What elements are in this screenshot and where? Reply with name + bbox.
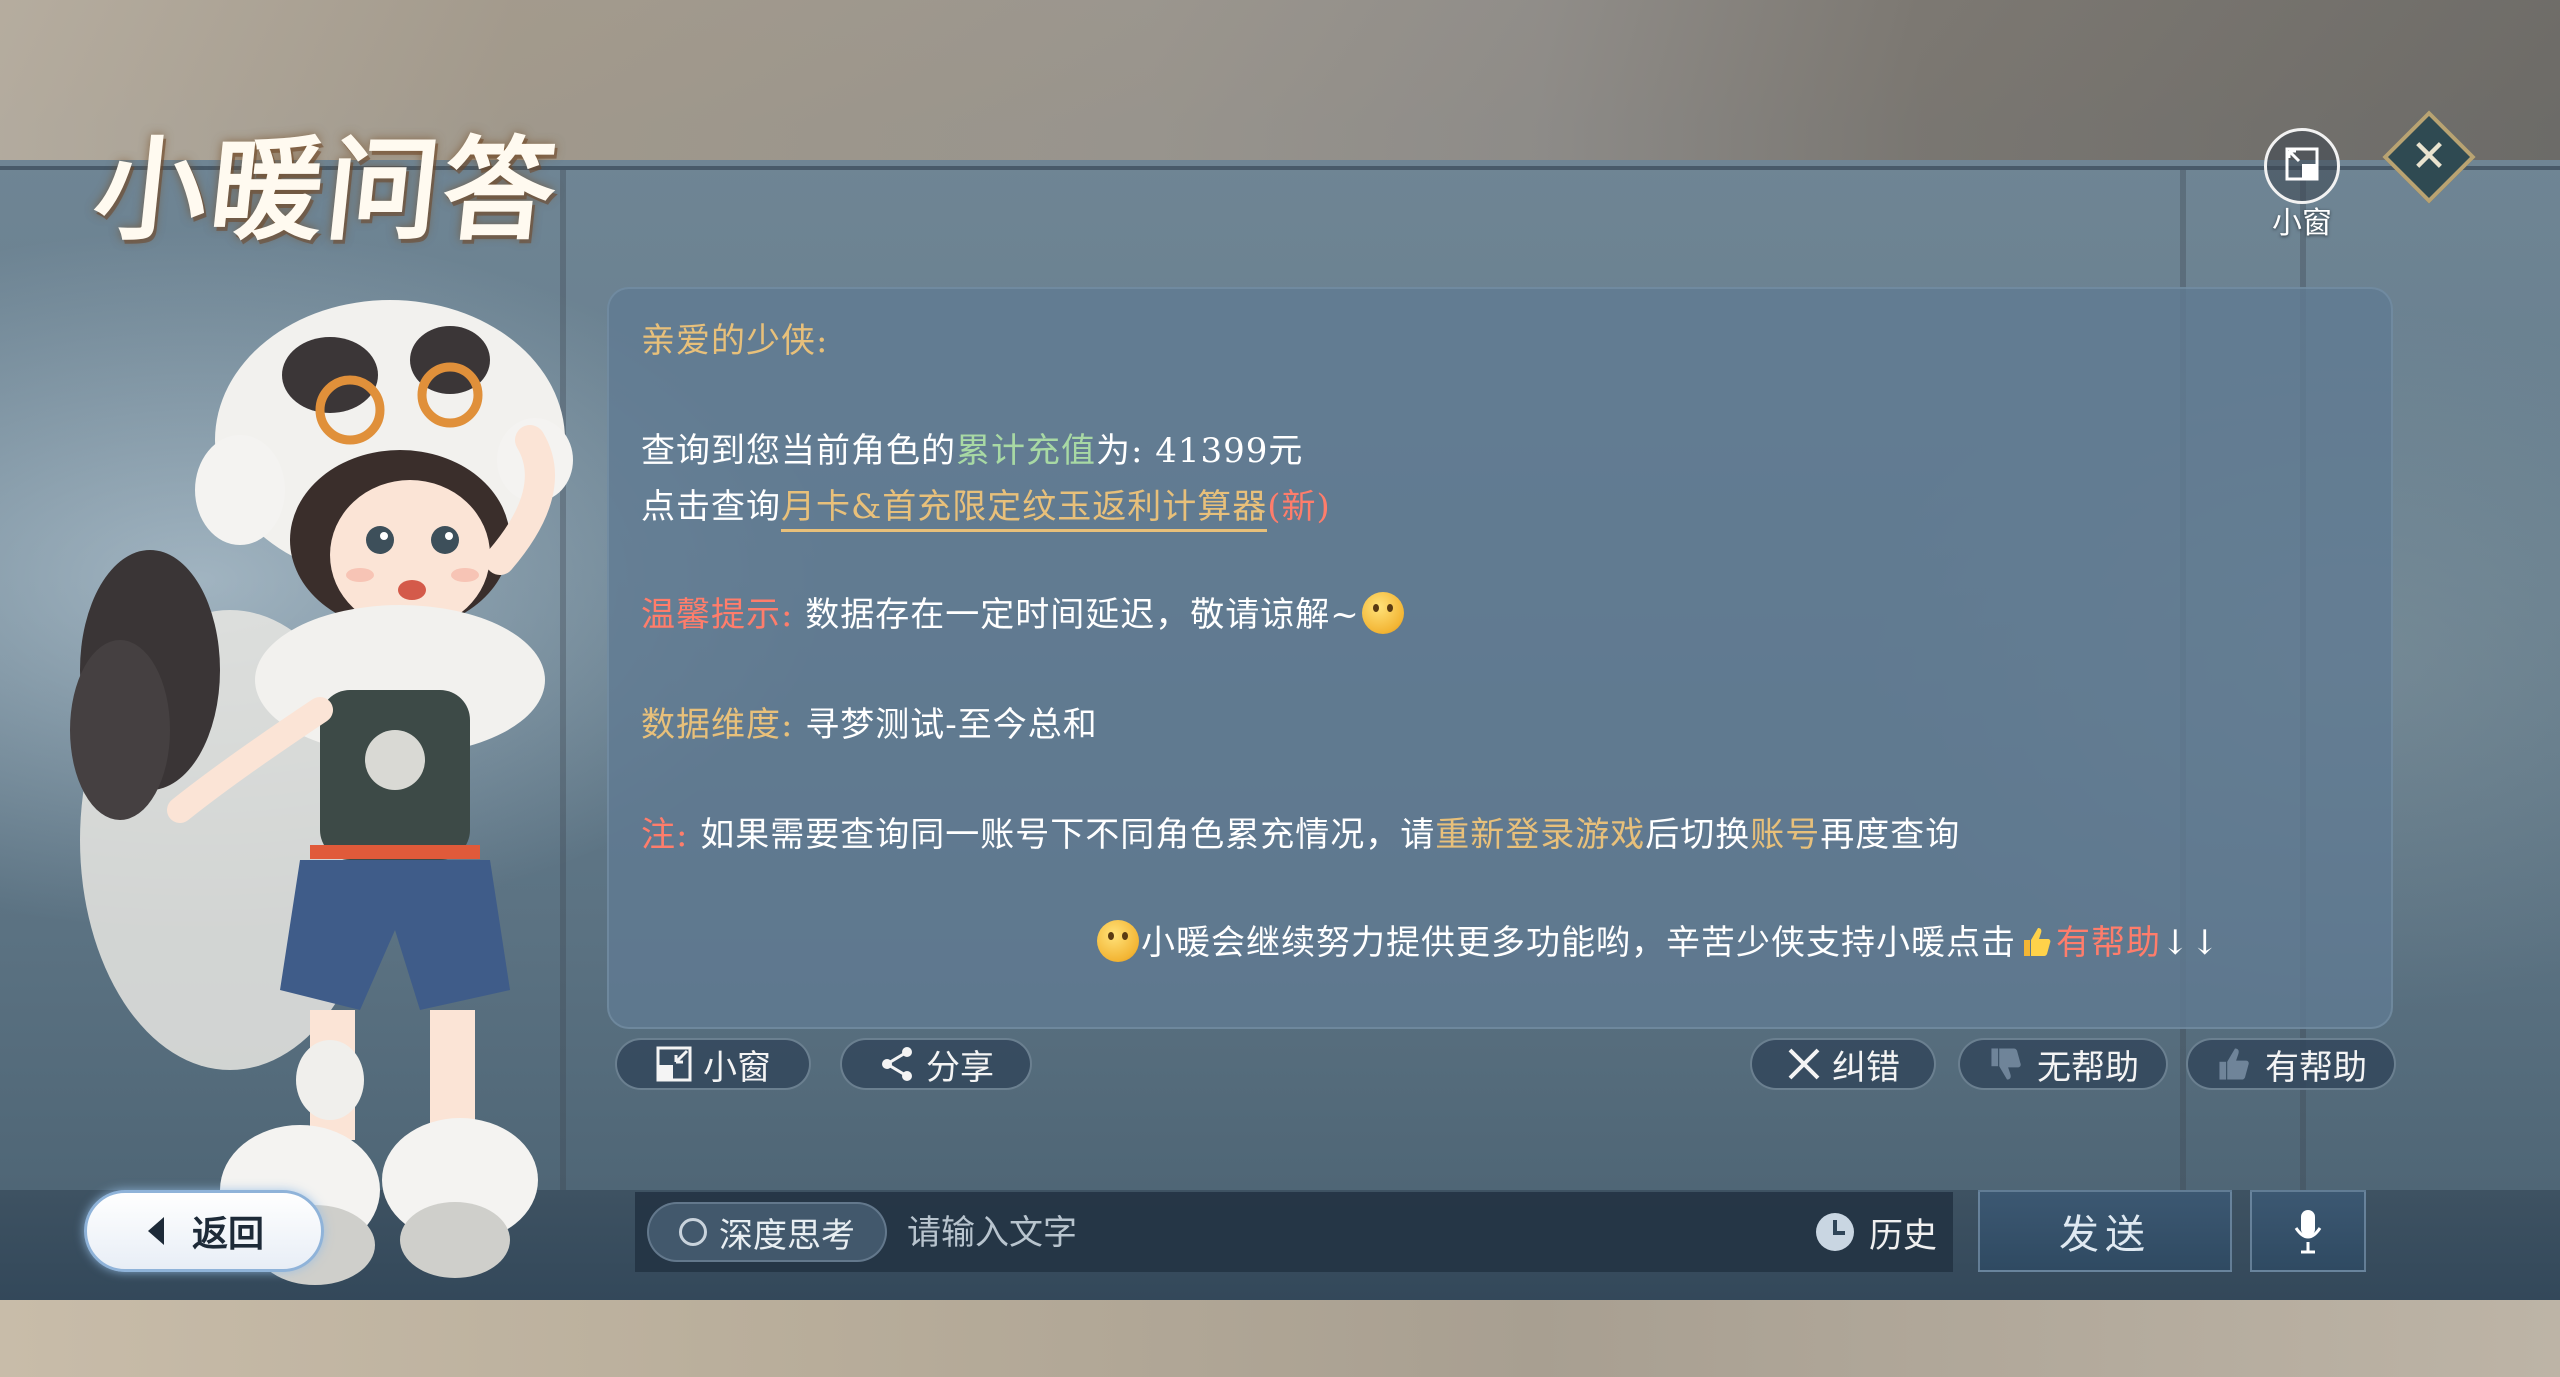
answer-panel: 亲爱的少侠: 查询到您当前角色的累计充值为: 41399元 点击查询月卡&首充限… — [607, 287, 2393, 1029]
link-prefix: 点击查询 — [641, 487, 781, 527]
note-relogin: 重新登录游戏 — [1435, 815, 1646, 855]
mini-window-icon — [2264, 128, 2340, 204]
calculator-line: 点击查询月卡&首充限定纹玉返利计算器(新) — [641, 479, 1331, 532]
history-button[interactable]: 历史 — [1813, 1202, 1937, 1262]
close-icon — [1788, 1048, 1820, 1080]
back-button[interactable]: 返回 — [84, 1190, 324, 1272]
clock-icon — [1816, 1213, 1854, 1251]
radio-icon — [679, 1218, 707, 1246]
thumbs-up-emoji-icon — [2024, 928, 2051, 956]
background-bottom — [0, 1300, 2560, 1377]
question-input[interactable] — [905, 1202, 1409, 1264]
mini-window-icon — [656, 1046, 692, 1082]
mini-window-label: 小窗 — [703, 1047, 771, 1088]
voice-input-button[interactable] — [2250, 1190, 2366, 1272]
microphone-icon — [2294, 1210, 2322, 1254]
mini-window-toggle[interactable]: 小窗 — [2262, 128, 2342, 241]
app-screen: 小暖问答 小窗 ✕ 亲爱的少侠: 查询到您当前角色的累计充值为: 41399元 … — [0, 0, 2560, 1377]
thumbs-up-icon — [2219, 1048, 2249, 1080]
back-label: 返回 — [191, 1213, 264, 1255]
thumbs-down-icon — [1991, 1048, 2021, 1080]
dimension-line: 数据维度: 寻梦测试-至今总和 — [641, 697, 1098, 746]
note-account: 账号 — [1750, 815, 1821, 855]
kiss-emoji-icon — [1097, 920, 1139, 962]
helpful-label: 有帮助 — [2265, 1047, 2367, 1088]
greeting: 亲爱的少侠: — [641, 321, 829, 361]
share-button[interactable]: 分享 — [840, 1038, 1032, 1090]
note-line: 注: 如果需要查询同一账号下不同角色累充情况，请重新登录游戏后切换账号再度查询 — [641, 807, 1960, 856]
page-title: 小暖问答 — [88, 125, 566, 256]
rebate-calculator-link[interactable]: 月卡&首充限定纹玉返利计算器 — [781, 487, 1268, 532]
mini-window-label: 小窗 — [2272, 206, 2332, 241]
share-icon — [882, 1047, 912, 1081]
dimension-label: 数据维度: — [641, 705, 794, 745]
history-label: 历史 — [1869, 1215, 1937, 1256]
deep-think-label: 深度思考 — [719, 1215, 855, 1256]
close-icon: ✕ — [2410, 131, 2448, 182]
correct-error-button[interactable]: 纠错 — [1750, 1038, 1936, 1090]
footer-arrows: ↓↓ — [2161, 923, 2220, 963]
new-badge: (新) — [1267, 487, 1331, 527]
footer-text: 小暖会继续努力提供更多功能哟，辛苦少侠支持小暖点击 — [1141, 923, 2016, 963]
dimension-value: 寻梦测试-至今总和 — [793, 705, 1098, 745]
send-button[interactable]: 发送 — [1978, 1190, 2232, 1272]
not-helpful-label: 无帮助 — [2037, 1047, 2139, 1088]
tip-label: 温馨提示: — [641, 595, 794, 635]
mascot-illustration — [70, 300, 573, 1285]
back-arrow-icon — [147, 1217, 164, 1245]
note-text-3: 再度查询 — [1820, 815, 1961, 855]
deep-think-toggle[interactable]: 深度思考 — [647, 1202, 887, 1262]
tip-line: 温馨提示: 数据存在一定时间延迟，敬请谅解~ — [641, 587, 1406, 636]
footer-line: 小暖会继续努力提供更多功能哟，辛苦少侠支持小暖点击 有帮助↓↓ — [1095, 915, 2220, 964]
footer-helpful: 有帮助 — [2056, 923, 2161, 963]
mini-window-button[interactable]: 小窗 — [615, 1038, 811, 1090]
send-label: 发送 — [2059, 1212, 2151, 1258]
correct-error-label: 纠错 — [1832, 1047, 1900, 1088]
helpful-button[interactable]: 有帮助 — [2186, 1038, 2396, 1090]
tip-text: 数据存在一定时间延迟，敬请谅解~ — [793, 595, 1360, 635]
kiss-emoji-icon — [1361, 592, 1404, 634]
recharge-line: 查询到您当前角色的累计充值为: 41399元 — [641, 423, 1303, 472]
recharge-value: 41399元 — [1155, 431, 1304, 471]
recharge-key: 累计充值 — [956, 431, 1096, 471]
note-text-1: 如果需要查询同一账号下不同角色累充情况，请 — [688, 815, 1436, 855]
share-label: 分享 — [926, 1047, 994, 1088]
input-bar: 深度思考 历史 — [635, 1192, 1953, 1272]
note-label: 注: — [641, 815, 689, 855]
recharge-prefix: 查询到您当前角色的 — [641, 431, 956, 471]
recharge-mid: 为: — [1096, 431, 1156, 471]
not-helpful-button[interactable]: 无帮助 — [1958, 1038, 2168, 1090]
note-text-2: 后切换 — [1645, 815, 1751, 855]
